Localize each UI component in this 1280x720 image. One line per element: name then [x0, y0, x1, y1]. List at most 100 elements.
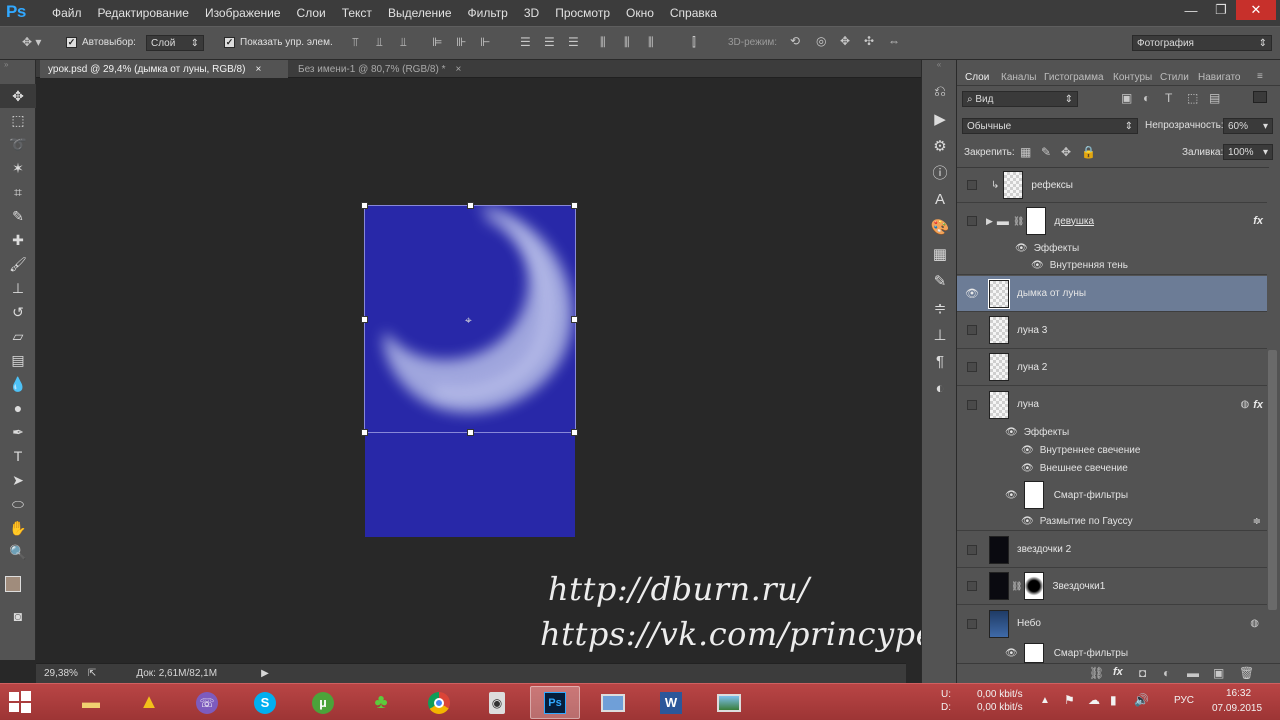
eye-icon[interactable]: 👁 [1031, 260, 1044, 271]
taskbar-photoshop[interactable]: Ps [530, 686, 580, 719]
3d-scale-icon[interactable]: ⇔ [888, 34, 900, 48]
menu-file[interactable]: Файл [44, 6, 90, 20]
effect-inner-glow-row[interactable]: 👁 Внутреннее свечение [957, 441, 1267, 459]
align-top-icon[interactable]: ⫪ [352, 35, 359, 50]
tab-urok[interactable]: урок.psd @ 29,4% (дымка от луны, RGB/8) … [40, 60, 288, 78]
flag-icon[interactable]: ⚑ [1064, 693, 1075, 707]
new-group-icon[interactable]: ▬ [1187, 666, 1199, 680]
add-style-icon[interactable]: fx [1113, 666, 1123, 678]
3d-roll-icon[interactable]: ◎ [816, 34, 826, 48]
cloud-icon[interactable]: ☁ [1088, 693, 1100, 707]
menu-view[interactable]: Просмотр [547, 6, 618, 20]
transform-handle-b[interactable] [467, 429, 474, 436]
transform-handle-l[interactable] [361, 316, 368, 323]
taskbar-remote-desktop[interactable] [588, 686, 638, 719]
brush-presets-icon[interactable]: ✎ [922, 267, 958, 294]
move-tool-icon[interactable]: ✥ [0, 84, 36, 108]
tab-untitled[interactable]: Без имени-1 @ 80,7% (RGB/8) * × [290, 60, 476, 78]
trash-icon[interactable]: 🗑 [1239, 666, 1254, 680]
layer-row-stars2[interactable]: звездочки 2 [957, 532, 1267, 568]
expand-arrow-icon[interactable]: ▶ [986, 216, 993, 227]
smart-filter-mask-thumbnail[interactable] [1023, 481, 1044, 509]
history-panel-icon[interactable]: ⎌ [922, 78, 958, 105]
transform-handle-tl[interactable] [361, 202, 368, 209]
transform-center-icon[interactable]: ⌖ [465, 313, 472, 328]
info-panel-icon[interactable]: ⓘ [922, 159, 958, 186]
menu-edit[interactable]: Редактирование [90, 6, 197, 20]
menu-help[interactable]: Справка [662, 6, 725, 20]
new-layer-icon[interactable]: ▣ [1213, 666, 1224, 680]
taskbar-utorrent[interactable]: µ [298, 686, 348, 719]
filter-toggle[interactable] [1253, 91, 1267, 103]
swatches-panel-icon[interactable]: ▦ [922, 240, 958, 267]
filter-type-icon[interactable]: T [1165, 91, 1172, 105]
zoom-tool-icon[interactable]: 🔍 [0, 540, 36, 564]
distribute-vcenter-icon[interactable]: ☰ [544, 35, 555, 49]
tab-styles[interactable]: Стили [1160, 72, 1189, 83]
blend-mode-dropdown[interactable]: Обычные ⇕ [962, 118, 1138, 134]
clock-time[interactable]: 16:32 [1226, 688, 1251, 699]
transform-handle-r[interactable] [571, 316, 578, 323]
blur-tool-icon[interactable]: 💧 [0, 372, 36, 396]
taskbar-app-triangle[interactable]: ▲ [124, 686, 174, 719]
volume-icon[interactable]: 🔊 [1134, 693, 1149, 707]
autoselect-checkbox[interactable]: ✓ [66, 37, 77, 48]
magic-wand-tool-icon[interactable]: ✶ [0, 156, 36, 180]
properties-panel-icon[interactable]: ⚙ [922, 132, 958, 159]
eye-icon[interactable]: 👁 [965, 287, 979, 300]
document-canvas[interactable]: ⌖ [361, 202, 578, 537]
menu-image[interactable]: Изображение [197, 6, 289, 20]
panel-menu-icon[interactable]: ≡ [1257, 71, 1263, 82]
menu-window[interactable]: Окно [618, 6, 662, 20]
layer-row-dymka[interactable]: 👁 дымка от луны [957, 276, 1267, 312]
export-icon[interactable]: ⇱ [88, 668, 96, 679]
move-tool-preset-icon[interactable]: ✥ ▾ [22, 35, 41, 49]
layer-name[interactable]: луна 2 [1017, 362, 1047, 373]
align-hcenter-icon[interactable]: ⊪ [456, 35, 466, 49]
color-swatches[interactable] [0, 564, 35, 604]
layer-row-luna2[interactable]: луна 2 [957, 349, 1267, 386]
filter-adjustment-icon[interactable]: ◐ [1143, 91, 1150, 105]
transform-handle-t[interactable] [467, 202, 474, 209]
visibility-toggle[interactable] [967, 618, 977, 629]
layer-name[interactable]: звездочки 2 [1017, 544, 1071, 555]
align-left-icon[interactable]: ⊫ [432, 35, 442, 49]
chevron-down-icon[interactable]: ▾ [1263, 147, 1268, 158]
tab-navigator[interactable]: Навигато [1198, 72, 1240, 83]
layer-name[interactable]: рефексы [1031, 180, 1073, 191]
visibility-toggle[interactable] [967, 399, 977, 410]
minimize-button[interactable]: — [1176, 0, 1206, 20]
clock-date[interactable]: 07.09.2015 [1212, 703, 1262, 714]
3d-slide-icon[interactable]: ✣ [864, 34, 874, 48]
lock-position-icon[interactable]: ✥ [1061, 145, 1071, 159]
taskbar-clover[interactable]: ♣ [356, 686, 406, 719]
transform-handle-bl[interactable] [361, 429, 368, 436]
autoselect-dropdown[interactable]: Слой ⇕ [146, 35, 204, 51]
visibility-toggle[interactable] [967, 581, 977, 591]
lock-all-icon[interactable]: 🔒 [1081, 145, 1096, 159]
workspace-dropdown[interactable]: Фотография ⇕ [1132, 35, 1272, 51]
close-button[interactable]: ✕ [1236, 0, 1276, 20]
layer-row-luna[interactable]: луна ◍ fx [957, 386, 1267, 423]
path-selection-tool-icon[interactable]: ➤ [0, 468, 36, 492]
menu-layers[interactable]: Слои [289, 6, 334, 20]
taskbar-speaker-app[interactable]: ◉ [472, 686, 522, 719]
3d-pan-icon[interactable]: ✥ [840, 34, 850, 48]
effects-row[interactable]: 👁 Эффекты [957, 239, 1267, 257]
chain-link-icon[interactable]: ⛓ [1011, 581, 1022, 592]
effects-row[interactable]: 👁 Эффекты [957, 423, 1267, 441]
layer-row-sky[interactable]: Небо ◍ [957, 605, 1267, 642]
menu-3d[interactable]: 3D [516, 6, 547, 20]
tab-histogram[interactable]: Гистограмма [1044, 72, 1104, 83]
language-indicator[interactable]: РУС [1174, 695, 1194, 706]
layer-name[interactable]: дымка от луны [1017, 288, 1086, 299]
effect-inner-shadow-row[interactable]: 👁 Внутренняя тень [957, 257, 1267, 275]
align-right-icon[interactable]: ⊩ [480, 35, 490, 49]
layer-name[interactable]: луна [1017, 399, 1039, 410]
opacity-field[interactable]: 60% ▾ [1223, 118, 1273, 134]
eye-icon[interactable]: 👁 [1005, 490, 1018, 501]
visibility-toggle[interactable] [967, 362, 977, 372]
layers-scrollbar[interactable] [1268, 350, 1277, 610]
eye-icon[interactable]: 👁 [1005, 427, 1018, 438]
align-bottom-icon[interactable]: ⫫ [400, 35, 407, 50]
